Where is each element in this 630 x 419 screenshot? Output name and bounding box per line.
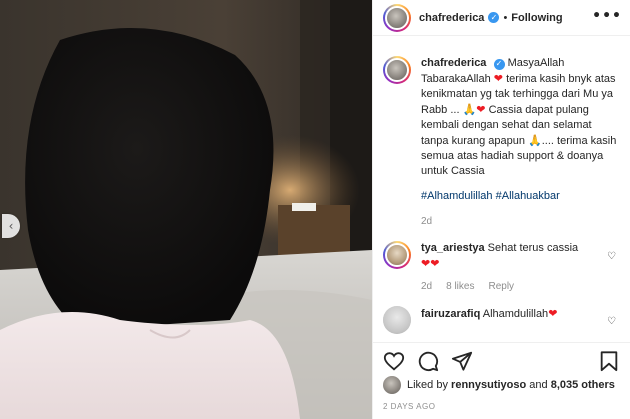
commenter-username[interactable]: tya_ariestya: [421, 242, 485, 254]
liker-avatar[interactable]: [383, 376, 401, 394]
more-options-icon[interactable]: •••: [592, 8, 622, 24]
verified-badge-icon: ✓: [493, 58, 505, 70]
comment-time[interactable]: 2d: [421, 279, 432, 294]
caption: chafrederica ✓ MasyaAllah TabarakaAllah …: [373, 56, 630, 229]
chevron-left-icon: ‹: [8, 219, 14, 233]
red-heart-emoji: ❤❤: [421, 257, 440, 270]
comment-likes[interactable]: 8 likes: [446, 279, 474, 294]
praying-hands-emoji: 🙏: [528, 134, 542, 147]
post-header: chafrederica ✓ • Following •••: [373, 0, 630, 36]
post-photo[interactable]: ‹: [0, 0, 372, 419]
red-heart-emoji: ❤: [548, 307, 558, 320]
others-count[interactable]: 8,035 others: [551, 379, 615, 391]
heart-outline-icon[interactable]: ♡: [607, 316, 616, 327]
liked-by-and: and: [529, 379, 548, 391]
separator-dot: •: [503, 11, 508, 24]
comment-text: Sehat terus cassia: [487, 242, 579, 254]
comment-item: fairuzarafiq Alhamdulillah❤ ♡: [373, 306, 630, 334]
author-username[interactable]: chafrederica: [419, 12, 484, 24]
post-sidebar: chafrederica ✓ • Following ••• chafreder…: [372, 0, 630, 419]
verified-badge-icon: ✓: [488, 12, 500, 23]
comment-text: Alhamdulillah: [482, 308, 549, 320]
comments-list[interactable]: chafrederica ✓ MasyaAllah TabarakaAllah …: [373, 56, 630, 340]
photo-scene: [0, 0, 372, 419]
commenter-username[interactable]: fairuzarafiq: [421, 308, 480, 320]
hashtag-link[interactable]: #Allahuakbar: [496, 190, 560, 202]
liked-by-prefix: Liked by: [407, 379, 448, 391]
caption-time[interactable]: 2d: [421, 214, 432, 229]
caption-avatar[interactable]: [383, 56, 411, 84]
liked-by: Liked by rennysutiyoso and 8,035 others: [383, 376, 620, 394]
comment-icon[interactable]: [417, 350, 439, 372]
commenter-avatar[interactable]: [383, 241, 411, 269]
paper-plane-icon[interactable]: [451, 350, 473, 372]
red-heart-emoji: ❤: [493, 72, 503, 85]
heart-outline-icon[interactable]: [383, 350, 405, 372]
heart-outline-icon[interactable]: ♡: [607, 251, 616, 262]
comment-item: tya_ariestya Sehat terus cassia ❤❤ 2d 8 …: [373, 241, 630, 294]
commenter-avatar[interactable]: [383, 306, 411, 334]
liker-username[interactable]: rennysutiyoso: [451, 379, 526, 391]
post-date[interactable]: 2 DAYS AGO: [383, 402, 435, 411]
reply-button[interactable]: Reply: [488, 279, 514, 294]
action-bar: [373, 342, 630, 378]
author-avatar[interactable]: [383, 3, 411, 32]
praying-hands-emoji: 🙏: [462, 103, 477, 116]
bookmark-icon[interactable]: [598, 350, 620, 372]
following-button[interactable]: Following: [511, 12, 562, 24]
caption-username[interactable]: chafrederica: [421, 57, 486, 69]
red-heart-emoji: ❤: [476, 103, 486, 116]
hashtag-link[interactable]: #Alhamdulillah: [421, 190, 493, 202]
